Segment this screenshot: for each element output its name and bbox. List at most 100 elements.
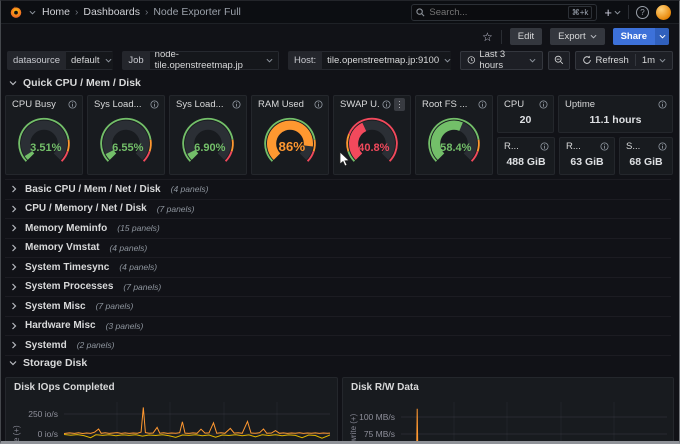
chevron-right-icon <box>10 185 18 193</box>
panel-swap-used[interactable]: SWAP U... 40.8% <box>333 95 411 175</box>
panel-title[interactable]: Sys Load... <box>94 99 147 110</box>
panel-title[interactable]: Disk IOps Completed <box>14 382 115 393</box>
chevron-down-icon <box>9 359 17 367</box>
refresh-button[interactable]: Refresh 1m <box>575 51 673 70</box>
row-panel-count: (7 panels) <box>157 204 195 214</box>
panel-title[interactable]: R... <box>504 141 537 152</box>
info-icon[interactable] <box>540 142 549 151</box>
chevron-down-icon[interactable] <box>29 9 36 16</box>
panel-title[interactable]: Sys Load... <box>176 99 229 110</box>
svg-text:40.8%: 40.8% <box>358 142 390 154</box>
row-hardware-misc[interactable]: Hardware Misc (3 panels) <box>5 317 671 337</box>
star-icon[interactable]: ☆ <box>482 31 493 43</box>
info-icon[interactable] <box>68 100 77 109</box>
dashboard-toolbar: ☆ Edit Export Share <box>1 25 679 48</box>
info-icon[interactable] <box>658 142 667 151</box>
panel-uptime[interactable]: Uptime 11.1 hours <box>558 95 673 133</box>
gauge: 58.4% <box>419 112 489 166</box>
search-input[interactable] <box>429 7 563 18</box>
host-value: tile.openstreetmap.jp:9100 <box>327 55 439 66</box>
row-panel-count: (2 panels) <box>77 340 115 350</box>
panel-cpu-busy[interactable]: CPU Busy 3.51% <box>5 95 83 175</box>
panel-title[interactable]: Disk R/W Data <box>351 382 419 393</box>
row-system-misc[interactable]: System Misc (7 panels) <box>5 297 671 317</box>
panel-ram-used[interactable]: RAM Used 86% <box>251 95 329 175</box>
plus-icon: + <box>604 5 612 20</box>
breadcrumb: Home › Dashboards › Node Exporter Full <box>42 6 241 18</box>
row-systemd[interactable]: Systemd (2 panels) <box>5 336 671 356</box>
panel-title[interactable]: S... <box>626 141 655 152</box>
panel-title[interactable]: R... <box>566 141 597 152</box>
panel-disk-rw-data[interactable]: Disk R/W Data 100 MB/s 75 MB/s Bytes rea… <box>342 377 674 444</box>
edit-button[interactable]: Edit <box>510 28 542 45</box>
panel-sys-load-5m[interactable]: Sys Load... 6.55% <box>87 95 165 175</box>
panel-title[interactable]: RAM Used <box>258 99 311 110</box>
row-title: Basic CPU / Mem / Net / Disk <box>25 184 161 195</box>
panel-title[interactable]: Root FS ... <box>422 99 475 110</box>
panel-cpu-cores[interactable]: CPU 20 <box>497 95 554 133</box>
grafana-logo-icon[interactable] <box>9 5 23 19</box>
time-controls: Last 3 hours Refresh 1m <box>460 51 673 70</box>
time-range-picker[interactable]: Last 3 hours <box>460 51 543 70</box>
info-icon[interactable] <box>314 100 323 109</box>
time-series-plot[interactable] <box>64 402 330 444</box>
kebab-menu-icon[interactable] <box>394 98 405 111</box>
row-memory-meminfo[interactable]: Memory Meminfo (15 panels) <box>5 219 671 239</box>
chevron-right-icon <box>10 283 18 291</box>
row-title: Memory Meminfo <box>25 223 107 234</box>
row-quick-cpu-mem-disk[interactable]: Quick CPU / Mem / Disk <box>9 77 141 89</box>
info-icon[interactable] <box>658 100 667 109</box>
add-new-button[interactable]: + <box>604 5 621 20</box>
help-icon[interactable]: ? <box>636 6 649 19</box>
row-panel-count: (7 panels) <box>96 301 134 311</box>
row-cpu-memory-net-disk[interactable]: CPU / Memory / Net / Disk (7 panels) <box>5 200 671 220</box>
share-dropdown-caret[interactable] <box>655 28 669 45</box>
panel-sys-load-15m[interactable]: Sys Load... 6.90% <box>169 95 247 175</box>
datasource-select[interactable]: default <box>66 51 113 70</box>
share-label: Share <box>613 28 655 45</box>
panel-title[interactable]: SWAP U... <box>340 99 379 110</box>
export-label: Export <box>558 31 585 42</box>
avatar[interactable] <box>656 5 671 20</box>
chevron-down-icon <box>105 57 112 64</box>
svg-text:6.55%: 6.55% <box>112 142 144 154</box>
gauge: 40.8% <box>337 112 407 166</box>
datasource-value: default <box>71 55 100 66</box>
panel-title[interactable]: CPU <box>504 99 536 110</box>
divider <box>635 54 636 66</box>
breadcrumb-home[interactable]: Home <box>42 6 70 18</box>
time-series-plot[interactable] <box>401 402 667 444</box>
breadcrumb-dashboards[interactable]: Dashboards <box>83 6 140 18</box>
row-memory-vmstat[interactable]: Memory Vmstat (4 panels) <box>5 239 671 259</box>
svg-text:58.4%: 58.4% <box>440 142 472 154</box>
panel-disk-iops-completed[interactable]: Disk IOps Completed 250 io/s 0 io/s IO r… <box>5 377 338 444</box>
panel-rootfs-total[interactable]: R... 488 GiB <box>497 137 555 175</box>
row-basic-cpu-mem-net-disk[interactable]: Basic CPU / Mem / Net / Disk (4 panels) <box>5 180 671 200</box>
search-box[interactable]: ⌘+k <box>411 4 597 21</box>
divider <box>501 30 502 44</box>
chevron-down-icon <box>529 57 536 64</box>
export-button[interactable]: Export <box>550 28 604 45</box>
share-button[interactable]: Share <box>613 28 669 45</box>
panel-swap-total[interactable]: S... 68 GiB <box>619 137 673 175</box>
panel-root-fs-used[interactable]: Root FS ... 58.4% <box>415 95 493 175</box>
host-select[interactable]: tile.openstreetmap.jp:9100 <box>322 51 451 70</box>
job-select[interactable]: node-tile.openstreetmap.jp <box>150 51 279 70</box>
variables-bar: datasource default Job node-tile.openstr… <box>1 48 679 72</box>
chevron-right-icon <box>10 224 18 232</box>
info-icon[interactable] <box>150 100 159 109</box>
row-system-processes[interactable]: System Processes (7 panels) <box>5 278 671 298</box>
row-storage-disk[interactable]: Storage Disk <box>9 357 87 369</box>
info-icon[interactable] <box>478 100 487 109</box>
info-icon[interactable] <box>600 142 609 151</box>
info-icon[interactable] <box>232 100 241 109</box>
panel-title[interactable]: Uptime <box>565 99 655 110</box>
refresh-interval[interactable]: 1m <box>642 55 655 66</box>
zoom-out-button[interactable] <box>548 51 570 70</box>
info-icon[interactable] <box>382 100 391 109</box>
chevron-right-icon <box>10 322 18 330</box>
row-system-timesync[interactable]: System Timesync (4 panels) <box>5 258 671 278</box>
info-icon[interactable] <box>539 100 548 109</box>
panel-title[interactable]: CPU Busy <box>12 99 65 110</box>
panel-ram-total[interactable]: R... 63 GiB <box>559 137 615 175</box>
